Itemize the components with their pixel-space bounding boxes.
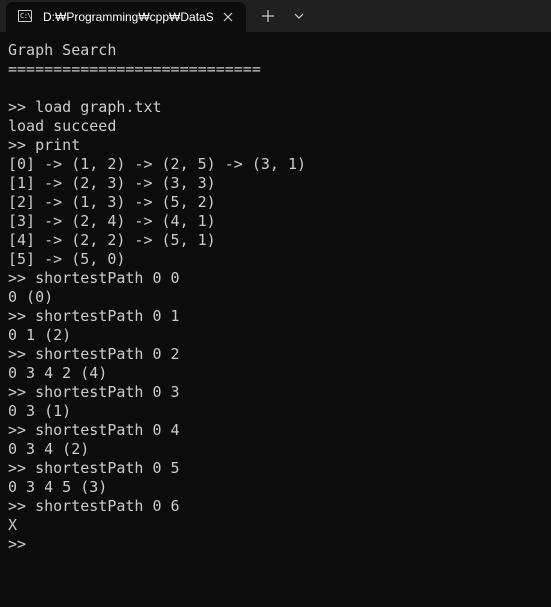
terminal-line: >> shortestPath 0 2: [8, 345, 180, 363]
terminal-line: >> shortestPath 0 6: [8, 497, 180, 515]
terminal-line: >> shortestPath 0 5: [8, 459, 180, 477]
tab-active[interactable]: C:\ D:₩Programming₩cpp₩DataS: [6, 2, 246, 32]
terminal-line: load succeed: [8, 117, 117, 135]
terminal-line: >> load graph.txt: [8, 98, 162, 116]
terminal-icon: C:\: [18, 10, 32, 22]
terminal-line: >> shortestPath 0 4: [8, 421, 180, 439]
terminal-line: [0] -> (1, 2) -> (2, 5) -> (3, 1): [8, 155, 307, 173]
terminal-line: [1] -> (2, 3) -> (3, 3): [8, 174, 216, 192]
chevron-down-icon[interactable]: [289, 6, 309, 26]
terminal-line: 0 1 (2): [8, 326, 72, 344]
terminal-line: >> shortestPath 0 1: [8, 307, 180, 325]
terminal-line: >> shortestPath 0 3: [8, 383, 180, 401]
terminal-line: 0 3 4 5 (3): [8, 478, 108, 496]
title-bar: C:\ D:₩Programming₩cpp₩DataS: [0, 0, 551, 32]
terminal-line: Graph Search: [8, 41, 117, 59]
terminal-line: >> shortestPath 0 0: [8, 269, 180, 287]
terminal-line: [5] -> (5, 0): [8, 250, 126, 268]
terminal-output[interactable]: Graph Search ===========================…: [0, 32, 551, 607]
terminal-line: 0 3 (1): [8, 402, 72, 420]
terminal-line: X: [8, 516, 18, 534]
terminal-line: >> print: [8, 136, 81, 154]
terminal-prompt[interactable]: >>: [8, 535, 26, 554]
tab-title: D:₩Programming₩cpp₩DataS: [43, 10, 213, 24]
terminal-line: [4] -> (2, 2) -> (5, 1): [8, 231, 216, 249]
terminal-line: [3] -> (2, 4) -> (4, 1): [8, 212, 216, 230]
terminal-line: 0 (0): [8, 288, 54, 306]
terminal-line: ============================: [8, 60, 261, 78]
plus-icon[interactable]: [258, 6, 278, 26]
terminal-line: 0 3 4 2 (4): [8, 364, 108, 382]
terminal-line: 0 3 4 (2): [8, 440, 90, 458]
terminal-window: C:\ D:₩Programming₩cpp₩DataS Graph Searc…: [0, 0, 551, 607]
terminal-icon-glyph: C:\: [20, 12, 32, 20]
close-icon[interactable]: [221, 10, 235, 24]
terminal-line: [2] -> (1, 3) -> (5, 2): [8, 193, 216, 211]
